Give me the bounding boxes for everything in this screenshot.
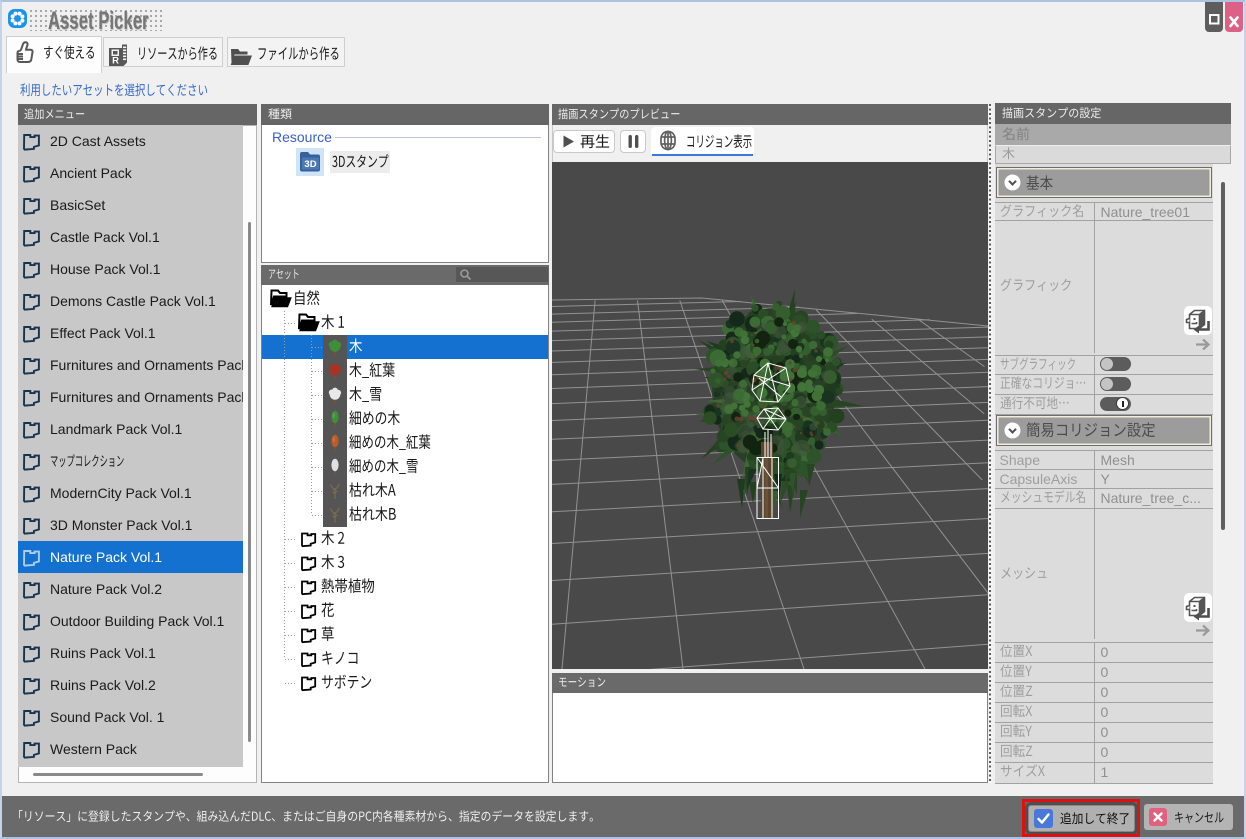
svg-text:R: R — [112, 56, 119, 67]
svg-text:3D: 3D — [304, 159, 316, 170]
